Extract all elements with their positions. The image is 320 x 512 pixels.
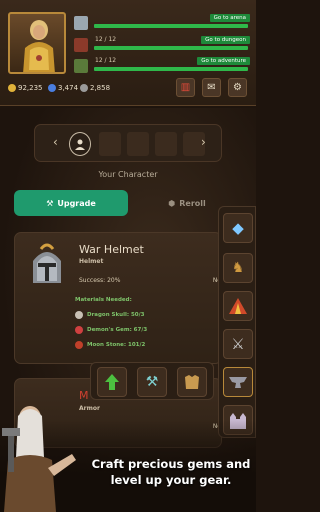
crossed-tools-icon: ⚒: [145, 374, 159, 390]
upgrade-arrow-button[interactable]: [97, 367, 127, 397]
diamond-icon: ◆: [232, 219, 244, 237]
knight-icon: [23, 20, 55, 72]
quest-row-adventure: 12 / 12 Go to adventure: [74, 57, 250, 75]
character-slot-selected[interactable]: [69, 132, 91, 156]
top-bar: Go to arena 12 / 12 Go to dungeon 12 / 1…: [0, 0, 256, 106]
mail-button[interactable]: ✉: [202, 78, 221, 97]
shield-icon: [74, 16, 88, 30]
mail-icon: ✉: [207, 82, 216, 93]
chevron-left-icon[interactable]: ‹: [53, 135, 58, 149]
craft-tools-button[interactable]: ⚒: [137, 367, 167, 397]
silver-counter: 2,858: [80, 84, 110, 92]
user-icon: [75, 139, 85, 150]
item-name: M: [79, 389, 89, 402]
quest-progress: 12 / 12: [95, 57, 117, 64]
item-type: Armor: [79, 405, 100, 412]
tent-icon: [229, 298, 247, 314]
hammer-icon: ⚒: [46, 198, 54, 208]
material-line: Moon Stone: 101/2: [87, 342, 146, 348]
anvil-icon: [229, 377, 247, 388]
quest-bar: [94, 46, 248, 50]
your-character-label: Your Character: [98, 170, 158, 179]
promo-caption: Craft precious gems and level up your ge…: [86, 456, 256, 488]
side-tent-button[interactable]: [223, 291, 253, 321]
quest-bar: [94, 24, 248, 28]
promo-line-2: level up your gear.: [110, 473, 232, 487]
gear-icon: ⚙: [233, 82, 242, 93]
character-slot[interactable]: [127, 132, 149, 156]
dungeon-icon: [74, 38, 88, 52]
upgrade-arrow-icon: [105, 374, 119, 390]
item-name: War Helmet: [79, 243, 144, 256]
materials-title: Materials Needed:: [75, 297, 132, 303]
material-line: Demon's Gem: 67/3: [87, 327, 148, 333]
quest-row-dungeon: 12 / 12 Go to dungeon: [74, 36, 250, 54]
gem-icon: [48, 84, 56, 92]
crafting-toolbar: ⚒: [90, 362, 214, 400]
scroll-icon: ▥: [180, 82, 191, 93]
crossed-swords-icon: ⚔: [231, 335, 245, 353]
quest-bar: [94, 67, 248, 71]
tab-upgrade[interactable]: ⚒ Upgrade: [14, 190, 128, 216]
side-battle-button[interactable]: ⚔: [223, 329, 253, 359]
gold-counter: 92,235: [8, 84, 43, 92]
promo-line-1: Craft precious gems and: [91, 457, 251, 471]
character-slot[interactable]: [99, 132, 121, 156]
character-selector: ‹ ›: [34, 124, 222, 162]
material-line: Dragon Skull: 50/3: [87, 312, 145, 318]
scroll-button[interactable]: ▥: [176, 78, 195, 97]
dice-icon: ⬢: [168, 198, 176, 208]
go-to-dungeon-button[interactable]: Go to dungeon: [201, 36, 250, 44]
chevron-right-icon[interactable]: ›: [201, 135, 206, 149]
quest-progress: 12 / 12: [95, 36, 117, 43]
quest-row-arena: Go to arena: [74, 14, 250, 32]
dwarf-blacksmith-icon: [2, 406, 76, 512]
gold-coin-icon: [8, 84, 16, 92]
go-to-arena-button[interactable]: Go to arena: [209, 14, 250, 22]
item-type: Helmet: [79, 258, 104, 265]
demon-gem-icon: [75, 326, 83, 334]
side-hero-button[interactable]: ♞: [223, 253, 253, 283]
armor-button[interactable]: [177, 367, 207, 397]
silver-coin-icon: [80, 84, 88, 92]
adventure-icon: [74, 59, 88, 73]
war-helmet-icon: [33, 243, 61, 283]
skull-icon: [75, 311, 83, 319]
settings-button[interactable]: ⚙: [228, 78, 247, 97]
warrior-icon: ♞: [231, 260, 245, 276]
go-to-adventure-button[interactable]: Go to adventure: [197, 57, 250, 65]
hero-portrait[interactable]: [8, 12, 66, 74]
success-rate: Success: 20%: [79, 277, 121, 284]
side-menu: ◆ ♞ ⚔: [218, 206, 256, 438]
side-gem-button[interactable]: ◆: [223, 213, 253, 243]
character-slot[interactable]: [155, 132, 177, 156]
moon-stone-icon: [75, 341, 83, 349]
item-card[interactable]: War Helmet Helmet Success: 20% Ne Materi…: [14, 232, 222, 364]
gem-counter: 3,474: [48, 84, 78, 92]
side-anvil-button[interactable]: [223, 367, 253, 397]
armor-icon: [185, 375, 199, 389]
